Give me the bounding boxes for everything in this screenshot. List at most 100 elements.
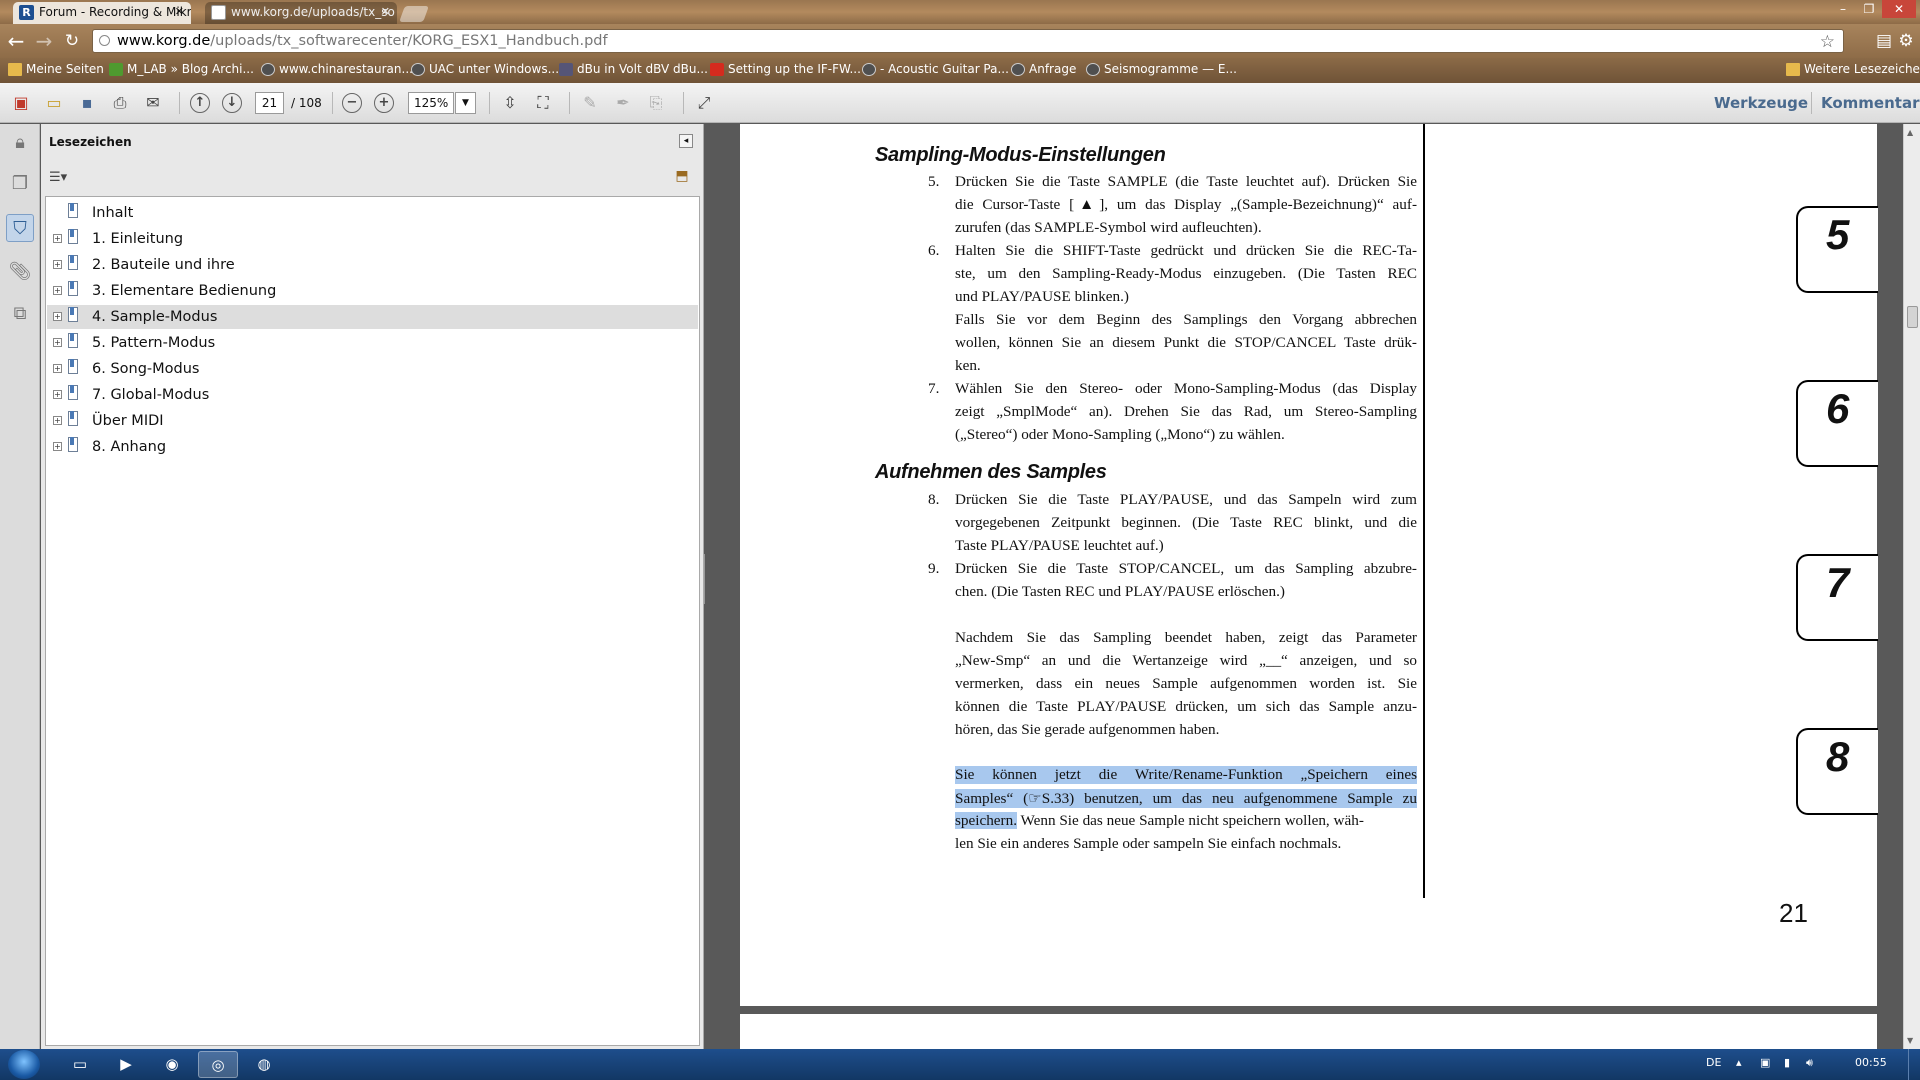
bookmarks-panel-icon[interactable]: ⛉ [6,214,34,242]
previous-page-icon[interactable]: ↑ [190,93,210,113]
new-tab-button[interactable] [399,6,429,22]
page-menu-icon[interactable]: ▤ [1872,29,1896,53]
bookmark-meine-seiten[interactable]: Meine Seiten [8,62,104,76]
restore-window-icon[interactable]: ❐ [1856,0,1882,18]
scrollbar-thumb[interactable] [1907,306,1918,328]
show-desktop-button[interactable] [1908,1049,1920,1080]
print-icon[interactable]: ⎙ [108,91,132,115]
bookmark-label: Meine Seiten [26,62,104,76]
chrome-icon[interactable]: ◎ [198,1051,238,1078]
globe-icon [1011,63,1025,76]
expand-plus-icon[interactable]: + [53,364,62,373]
expand-plus-icon[interactable]: + [53,442,62,451]
collapse-panel-icon[interactable]: ◂ [679,134,693,148]
tools-pane-link[interactable]: Werkzeuge [1714,94,1808,112]
reload-icon[interactable]: ↻ [60,29,84,53]
selected-text-fragment[interactable]: speichern. [955,812,1017,829]
email-icon[interactable]: ✉ [141,91,165,115]
stamp-icon[interactable]: ⎘ [644,91,668,115]
volume-icon[interactable]: 🔊︎ [1806,1056,1813,1070]
browser-tab-korg[interactable]: www.korg.de/uploads/tx_so ✕ [205,2,397,24]
edit-text-icon[interactable]: ✎ [578,91,602,115]
bookmark-label: Seismogramme — E... [1104,62,1237,76]
wrench-icon[interactable]: ⚙ [1894,29,1918,53]
network-signal-icon[interactable]: ▮ [1784,1056,1790,1069]
expand-plus-icon[interactable]: + [53,286,62,295]
page-number-input[interactable]: 21 [255,92,284,114]
bookmark-anfrage[interactable]: Anfrage [1011,62,1076,76]
address-bar[interactable]: www.korg.de/uploads/tx_softwarecenter/KO… [92,29,1844,53]
bookmark-item-sample-modus[interactable]: +4. Sample-Modus [47,305,698,329]
open-file-icon[interactable]: ▭ [42,91,66,115]
media-player-icon[interactable]: ▶ [106,1051,146,1078]
bookmark-item-bedienung[interactable]: +3. Elementare Bedienung [47,279,698,303]
back-arrow-icon[interactable]: ← [4,29,28,53]
expand-plus-icon[interactable]: + [53,234,62,243]
bookmark-if-fw[interactable]: Setting up the IF-FW... [710,62,861,76]
bookmark-seismogramme[interactable]: Seismogramme — E... [1086,62,1237,76]
find-current-bookmark-icon[interactable]: ⬒ [672,168,692,188]
bookmark-chinarestaurant[interactable]: www.chinarestauran... [261,62,413,76]
expand-plus-icon[interactable]: + [53,390,62,399]
bookmark-item-inhalt[interactable]: Inhalt [47,201,698,225]
create-pdf-icon[interactable]: ▣ [9,91,33,115]
bookmark-item-anhang[interactable]: +8. Anhang [47,435,698,459]
comment-pane-link[interactable]: Kommentar [1821,94,1919,112]
close-tab-icon[interactable]: ✕ [175,5,184,18]
selected-text-line[interactable]: Sie können jetzt die Write/Rename-Funkti… [955,766,1417,784]
text-line: ste, um den Sampling-Ready-Modus einzuge… [955,265,1417,282]
bookmark-item-song-modus[interactable]: +6. Song-Modus [47,357,698,381]
globe-icon [411,63,425,76]
firefox-icon[interactable]: ◉ [152,1051,192,1078]
selected-text-line[interactable]: Samples“ (☞S.33) benutzen, um das neu au… [955,789,1417,808]
close-window-icon[interactable]: ✕ [1882,0,1916,18]
expand-plus-icon[interactable]: + [53,338,62,347]
bookmark-item-bauteile[interactable]: +2. Bauteile und ihre [47,253,698,277]
tray-app-icon[interactable]: ▣ [1760,1056,1770,1069]
zoom-level-field[interactable]: 125% [408,92,454,114]
options-menu-icon[interactable]: ☰▾ [49,170,75,188]
close-tab-icon[interactable]: ✕ [381,5,390,18]
expand-plus-icon[interactable]: + [53,416,62,425]
attachments-paperclip-icon[interactable]: 📎︎ [6,258,34,286]
sign-icon[interactable]: ✒ [611,91,635,115]
bookmark-uac[interactable]: UAC unter Windows... [411,62,559,76]
page-info-icon[interactable] [99,35,110,46]
save-icon[interactable]: ▪ [75,91,99,115]
forward-arrow-icon[interactable]: → [32,29,56,53]
scroll-up-arrow-icon[interactable]: ▲ [1907,128,1913,137]
youtube-icon [710,63,724,76]
start-button-windows-icon[interactable] [8,1050,40,1079]
explorer-folder-icon[interactable]: ▭ [60,1051,100,1078]
next-page-icon[interactable]: ↓ [222,93,242,113]
minimize-window-icon[interactable]: – [1830,0,1856,18]
fit-full-page-icon[interactable]: ⛶ [531,91,555,115]
bookmark-star-icon[interactable]: ☆ [1820,31,1835,53]
scroll-down-arrow-icon[interactable]: ▼ [1907,1036,1913,1045]
fit-page-width-icon[interactable]: ⇳ [498,91,522,115]
bookmark-dbu[interactable]: dBu in Volt dBV dBu... [559,62,708,76]
tray-expand-icon[interactable]: ▴ [1736,1056,1742,1069]
zoom-out-icon[interactable]: − [342,93,362,113]
bookmark-item-global-modus[interactable]: +7. Global-Modus [47,383,698,407]
bookmark-acoustic-guitar[interactable]: - Acoustic Guitar Pa... [862,62,1009,76]
zoom-dropdown-chevron-down-icon[interactable]: ▼ [455,92,476,114]
zoom-in-icon[interactable]: + [374,93,394,113]
network-tool-icon[interactable]: ◍ [244,1051,284,1078]
expand-plus-icon[interactable]: + [53,312,62,321]
input-language[interactable]: DE [1706,1056,1721,1069]
text-line: wollen, können Sie an diesem Punkt die S… [955,334,1417,351]
vertical-scrollbar[interactable]: ▲ ▼ [1903,124,1920,1049]
bookmark-mlab[interactable]: M_LAB » Blog Archi... [109,62,254,76]
bookmark-item-ueber-midi[interactable]: + Über MIDI [47,409,698,433]
full-screen-icon[interactable]: ⤢ [692,91,716,115]
lock-icon[interactable]: 🔒︎ [6,129,34,157]
bookmark-item-pattern-modus[interactable]: +5. Pattern-Modus [47,331,698,355]
clock[interactable]: 00:55 [1855,1056,1887,1069]
bookmark-item-einleitung[interactable]: +1. Einleitung [47,227,698,251]
other-bookmarks-folder[interactable]: Weitere Lesezeichen [1786,62,1920,76]
layers-icon[interactable]: ⧉ [6,300,34,328]
page-thumbnails-icon[interactable]: ❐ [6,170,34,198]
expand-plus-icon[interactable]: + [53,260,62,269]
browser-tab-forum[interactable]: R Forum - Recording & Mikro ✕ [13,2,191,24]
